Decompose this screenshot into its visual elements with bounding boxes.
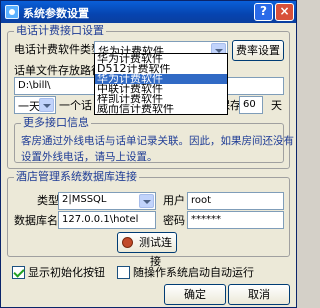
interval-text: 一个话 [59, 99, 92, 112]
db-name-input[interactable]: 127.0.0.1\hotel [58, 211, 156, 229]
keep-days-unit: 天 [271, 99, 282, 112]
path-label: 话单文件存放路径 [14, 64, 102, 77]
dropdown-option[interactable]: 华为计费软件 [95, 54, 227, 64]
window-title: 系统参数设置 [23, 7, 89, 20]
settings-window: 系统参数设置 ? × 电话计费接口设置 电话计费软件类型 华为计费软件 费率设置… [0, 0, 297, 308]
db-connection-group-title: 酒店管理系统数据库连接 [14, 170, 139, 183]
db-type-value: 2|MSSQL [62, 194, 107, 205]
interval-select[interactable]: 一天 [14, 96, 56, 114]
db-password-label: 密码 [163, 214, 185, 227]
connect-icon [122, 237, 133, 248]
autostart-checkbox[interactable] [117, 266, 130, 279]
software-type-dropdown: 华为计费软件 D512计费软件 华为计费软件 中联计费软件 梓凯计费软件 威而信… [94, 53, 228, 115]
chevron-down-icon[interactable] [139, 194, 154, 208]
db-name-label: 数据库名 [14, 214, 58, 227]
db-type-select[interactable]: 2|MSSQL [58, 192, 156, 210]
test-connection-button[interactable]: 测试连接 [117, 232, 177, 268]
title-bar[interactable]: 系统参数设置 ? × [1, 1, 296, 23]
app-icon [5, 5, 19, 19]
interval-value: 一天 [18, 100, 40, 113]
phone-billing-group-title: 电话计费接口设置 [14, 24, 106, 37]
db-type-label: 类型 [37, 194, 59, 207]
show-init-button-label: 显示初始化按钮 [28, 266, 105, 279]
db-password-input[interactable]: ****** [187, 211, 284, 229]
help-button[interactable]: ? [254, 3, 273, 21]
dropdown-option[interactable]: 威而信计费软件 [95, 104, 227, 114]
ok-button[interactable]: 确定 [164, 284, 226, 305]
show-init-button-checkbox[interactable] [12, 266, 25, 279]
more-info-line1: 客房通过外线电话与话单记录关联。因此，如果房间还没有 [21, 135, 294, 147]
software-type-label: 电话计费软件类型 [14, 43, 102, 56]
keep-days-input[interactable]: 60 [239, 96, 263, 114]
dropdown-option[interactable]: 梓凯计费软件 [95, 94, 227, 104]
dropdown-option[interactable]: 中联计费软件 [95, 84, 227, 94]
dropdown-option[interactable]: D512计费软件 [95, 64, 227, 74]
dropdown-option-selected[interactable]: 华为计费软件 [95, 74, 227, 84]
chevron-down-icon[interactable] [39, 98, 54, 112]
cancel-button[interactable]: 取消 [228, 284, 290, 305]
more-info-group-title: 更多接口信息 [21, 116, 91, 129]
autostart-label: 随操作系统启动自动运行 [133, 266, 254, 279]
more-info-line2: 设置外线电话，请马上设置。 [21, 151, 158, 163]
db-user-input[interactable]: root [187, 192, 284, 210]
close-button[interactable]: × [275, 3, 294, 21]
db-user-label: 用户 [163, 194, 185, 207]
rate-settings-button[interactable]: 费率设置 [232, 40, 284, 61]
